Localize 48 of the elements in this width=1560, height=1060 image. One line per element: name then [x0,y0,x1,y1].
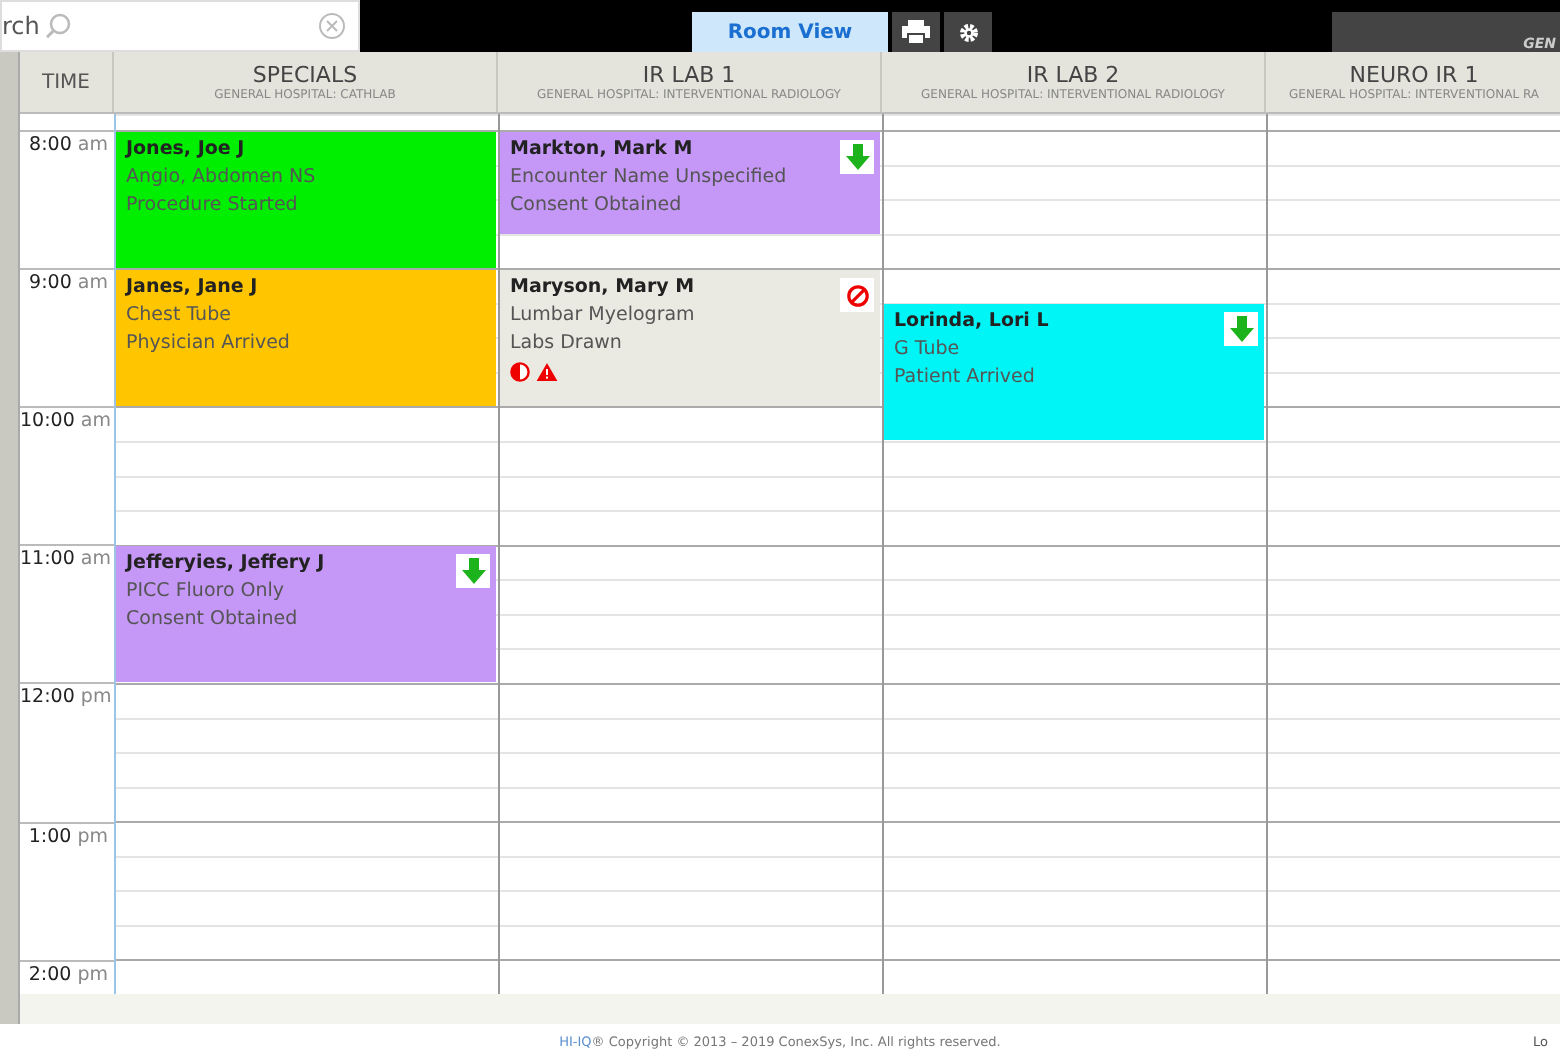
patient-name: Jefferyies, Jeffery J [126,550,327,579]
time-label: 10:00 am [20,408,113,433]
procedure-name: G Tube [894,336,962,365]
settings-button[interactable] [944,12,992,52]
appointment-card[interactable]: Markton, Mark M Encounter Name Unspecified Consent Obtained [500,132,880,234]
prohibited-icon[interactable] [840,278,874,313]
time-label: 9:00 am [27,270,110,295]
appointment-status: Consent Obtained [126,606,300,635]
appointment-status: Consent Obtained [510,192,684,220]
patient-name: Janes, Jane J [126,274,260,303]
appointment-card[interactable]: Lorinda, Lori L G Tube Patient Arrived [884,304,1264,441]
appointment-status: Labs Drawn [510,330,624,359]
room-name: SPECIALS [252,62,358,88]
time-label: 11:00 am [20,546,113,571]
down-arrow-icon[interactable] [840,140,874,174]
appointment-status: Physician Arrived [126,330,292,359]
search-field[interactable]: rch [2,12,42,40]
time-label: 8:00 am [27,132,110,156]
procedure-name: Angio, Abdomen NS [126,164,318,192]
print-button[interactable] [892,12,940,52]
down-arrow-icon[interactable] [456,554,490,589]
time-label: 1:00 pm [26,823,110,848]
search-icon[interactable] [44,12,72,40]
time-label: 12:00 pm [20,684,114,709]
procedure-name: Encounter Name Unspecified [510,164,789,192]
room-view-tab[interactable]: Room View [692,12,888,52]
patient-name: Jones, Joe J [126,136,247,164]
patient-name: Maryson, Mary M [510,274,697,303]
appointment-card[interactable]: Maryson, Mary M Lumbar Myelogram Labs Drawn [500,270,880,407]
column-header: TIME [41,71,90,93]
patient-name: Markton, Mark M [510,136,695,164]
appointment-card[interactable]: Janes, Jane J Chest Tube Physician Arrived [116,270,496,407]
appointment-card[interactable]: Jones, Joe J Angio, Abdomen NS Procedure Started [116,132,496,269]
appointment-status: Procedure Started [126,192,300,220]
printer-icon [902,20,930,44]
procedure-name: PICC Fluoro Only [126,578,287,607]
procedure-name: Lumbar Myelogram [510,302,697,331]
procedure-name: Chest Tube [126,302,233,331]
appointment-status: Patient Arrived [894,364,1037,393]
clear-icon[interactable] [318,12,346,40]
down-arrow-icon[interactable] [1224,312,1258,347]
patient-name: Lorinda, Lori L [894,308,1051,337]
appointment-card[interactable]: Jefferyies, Jeffery J PICC Fluoro Only Consent Obtained [116,546,496,683]
room-name: IR LAB 2 [1026,62,1120,88]
room-name: NEURO IR 1 [1349,62,1479,88]
settings-icon [957,21,979,43]
time-label: 2:00 pm [26,961,110,986]
room-name: IR LAB 1 [642,62,736,88]
